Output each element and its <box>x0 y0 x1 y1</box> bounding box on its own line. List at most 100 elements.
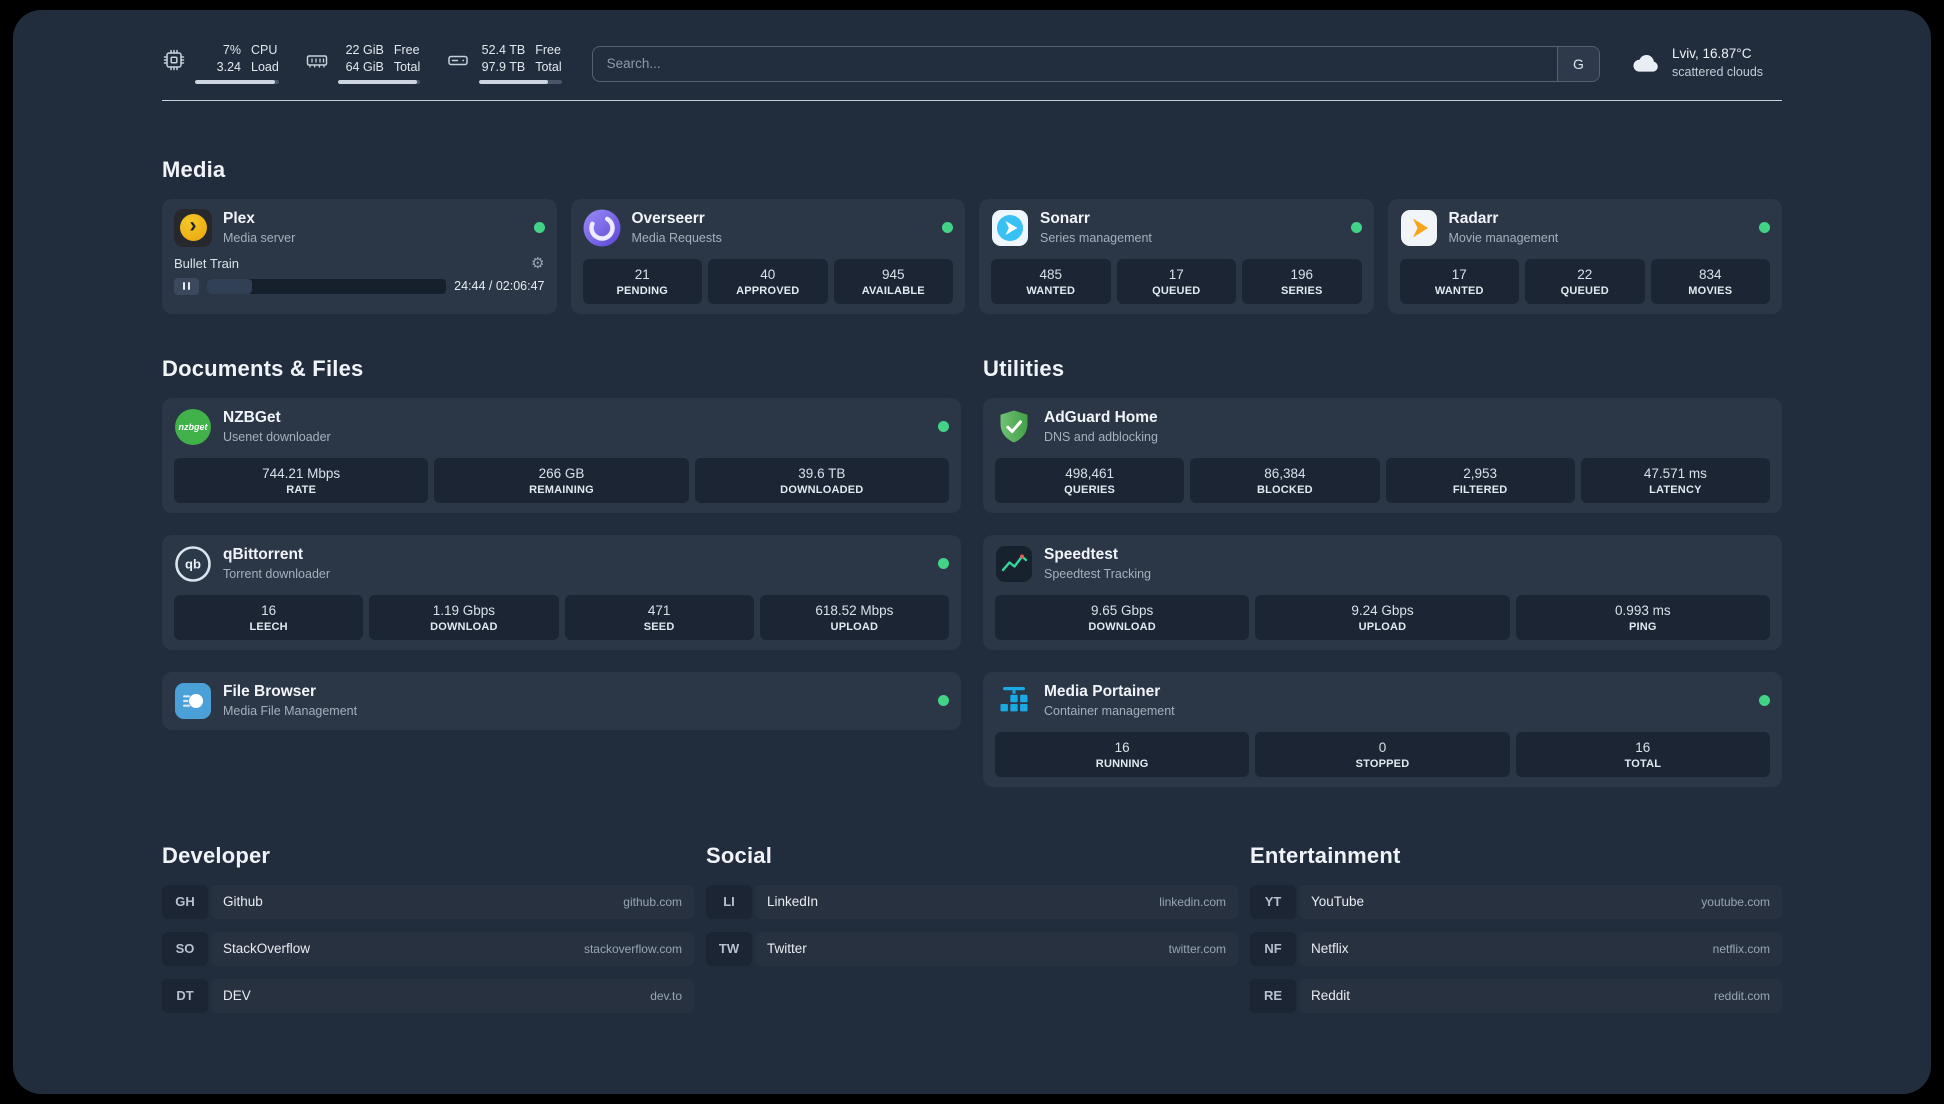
stat-box: 39.6 TB DOWNLOADED <box>694 457 949 503</box>
service-card-filebrowser[interactable]: File Browser Media File Management <box>162 671 961 730</box>
disk-free-value: 52.4 TB <box>481 43 526 57</box>
service-name: Media Portainer <box>1044 683 1161 701</box>
disk-widget: 52.4 TB Free 97.9 TB Total <box>446 42 562 84</box>
resource-widgets: 7% CPU 3.24 Load 22 GiB Free 64 GiB Tota… <box>162 42 562 84</box>
stat-label: QUERIES <box>1064 483 1116 496</box>
bookmark-linkedin[interactable]: LI LinkedIn linkedin.com <box>706 884 1238 919</box>
stat-box: 0 STOPPED <box>1255 731 1510 777</box>
bookmark-domain: linkedin.com <box>1159 894 1226 909</box>
bookmark-abbr: GH <box>162 884 208 919</box>
stat-label: REMAINING <box>529 483 594 496</box>
stat-value: 16 <box>261 602 277 618</box>
bookmark-stackoverflow[interactable]: SO StackOverflow stackoverflow.com <box>162 931 694 966</box>
service-meta: Media Portainer Container management <box>1044 683 1175 718</box>
bookmark-github[interactable]: GH Github github.com <box>162 884 694 919</box>
stat-value: 834 <box>1698 266 1722 282</box>
stat-label: LEECH <box>249 620 288 633</box>
card-header: Media Portainer Container management <box>995 682 1770 720</box>
stat-value: 471 <box>647 602 671 618</box>
bookmark-twitter[interactable]: TW Twitter twitter.com <box>706 931 1238 966</box>
service-card-plex[interactable]: › Plex Media server Bullet Train ⚙ 24:44… <box>162 198 557 314</box>
gear-icon[interactable]: ⚙ <box>531 256 544 271</box>
service-name: Speedtest <box>1044 546 1119 564</box>
bookmark-dev[interactable]: DT DEV dev.to <box>162 978 694 1013</box>
stat-value: 0 <box>1378 739 1387 755</box>
bookmark-columns: Developer GH Github github.com SO StackOv… <box>162 843 1782 1013</box>
stat-label: UPLOAD <box>1358 620 1407 633</box>
stat-value: 17 <box>1451 266 1467 282</box>
section-title-developer: Developer <box>162 842 271 868</box>
status-dot <box>938 695 949 707</box>
stat-label: QUEUED <box>1560 284 1609 297</box>
speedtest-icon <box>995 545 1033 583</box>
status-dot <box>1759 222 1770 234</box>
search-input[interactable] <box>592 46 1557 81</box>
service-card-speedtest[interactable]: Speedtest Speedtest Tracking 9.65 Gbps DO… <box>983 534 1782 650</box>
playback-progress <box>207 278 447 294</box>
bookmark-abbr: YT <box>1250 884 1296 919</box>
stat-box: 498,461 QUERIES <box>995 457 1185 503</box>
card-header: Speedtest Speedtest Tracking <box>995 545 1770 583</box>
bookmark-group-social: Social LI LinkedIn linkedin.com TW Twitte… <box>706 843 1238 966</box>
stat-value: 16 <box>1635 739 1651 755</box>
memory-total-label: Total <box>393 59 421 74</box>
service-subtitle: Media Requests <box>631 231 722 246</box>
bookmark-abbr: RE <box>1250 978 1296 1013</box>
service-name: NZBGet <box>223 409 281 427</box>
bookmark-abbr: LI <box>706 884 752 919</box>
service-meta: NZBGet Usenet downloader <box>223 409 331 444</box>
cpu-progress-bar <box>195 79 279 84</box>
bookmark-abbr: DT <box>162 978 208 1013</box>
section-utilities: Utilities AdGuard Home DNS and adblockin… <box>983 356 1782 787</box>
service-name: Overseerr <box>631 210 705 228</box>
bookmark-netflix[interactable]: NF Netflix netflix.com <box>1250 931 1782 966</box>
stat-value: 0.993 ms <box>1615 602 1671 618</box>
bookmark-abbr: SO <box>162 931 208 966</box>
card-header: Overseerr Media Requests <box>583 209 953 247</box>
section-title-media: Media <box>162 156 226 182</box>
service-meta: Radarr Movie management <box>1449 210 1559 245</box>
stat-box: 16 RUNNING <box>995 731 1250 777</box>
service-card-nzbget[interactable]: nzbget NZBGet Usenet downloader 744.21 M… <box>162 397 961 513</box>
stat-box: 834 MOVIES <box>1650 258 1770 304</box>
memory-progress-bar <box>337 79 421 84</box>
bookmark-youtube[interactable]: YT YouTube youtube.com <box>1250 884 1782 919</box>
service-card-adguard[interactable]: AdGuard Home DNS and adblocking 498,461 Q… <box>983 397 1782 513</box>
service-card-radarr[interactable]: Radarr Movie management 17 WANTED 22 QUEUE… <box>1387 198 1782 314</box>
disk-icon <box>446 48 470 72</box>
cpu-usage-value: 7% <box>222 43 241 57</box>
stat-box: 47.571 ms LATENCY <box>1580 457 1770 503</box>
stat-label: LATENCY <box>1649 483 1702 496</box>
bookmark-reddit[interactable]: RE Reddit reddit.com <box>1250 978 1782 1013</box>
middle-columns: Documents & Files nzbget NZBGet Usenet d… <box>162 356 1782 787</box>
stat-value: 945 <box>881 266 905 282</box>
bookmark-domain: netflix.com <box>1712 941 1770 956</box>
cloud-icon <box>1630 47 1662 79</box>
weather-location: Lviv, 16.87°C <box>1672 46 1752 62</box>
stat-label: SEED <box>643 620 675 633</box>
bookmark-domain: stackoverflow.com <box>583 941 682 956</box>
utilities-cards: AdGuard Home DNS and adblocking 498,461 Q… <box>983 397 1782 787</box>
stat-box: 471 SEED <box>564 594 754 640</box>
section-title-entertainment: Entertainment <box>1250 842 1401 868</box>
stat-label: MOVIES <box>1688 284 1733 297</box>
qbittorrent-icon: qb <box>174 545 212 583</box>
stat-box: 945 AVAILABLE <box>833 258 953 304</box>
stat-label: APPROVED <box>736 284 800 297</box>
now-playing-title: Bullet Train <box>174 255 240 271</box>
stat-label: WANTED <box>1434 284 1484 297</box>
service-card-sonarr[interactable]: Sonarr Series management 485 WANTED 17 QUE… <box>979 198 1374 314</box>
stat-value: 266 GB <box>538 465 585 481</box>
disk-free-label: Free <box>535 43 561 57</box>
service-card-portainer[interactable]: Media Portainer Container management 16 R… <box>983 671 1782 787</box>
search-provider-button[interactable]: G <box>1557 46 1599 81</box>
service-subtitle: Movie management <box>1448 231 1559 246</box>
pause-button[interactable] <box>174 277 199 295</box>
service-card-qbittorrent[interactable]: qb qBittorrent Torrent downloader 16 LEEC… <box>162 534 961 650</box>
service-meta: qBittorrent Torrent downloader <box>223 546 330 581</box>
service-card-overseerr[interactable]: Overseerr Media Requests 21 PENDING 40 APP… <box>570 198 965 314</box>
stat-box: 1.19 Gbps DOWNLOAD <box>369 594 559 640</box>
cpu-load-value: 3.24 <box>216 59 241 74</box>
stat-value: 39.6 TB <box>798 465 846 481</box>
bookmark-list: LI LinkedIn linkedin.com TW Twitter twitte… <box>706 884 1238 966</box>
